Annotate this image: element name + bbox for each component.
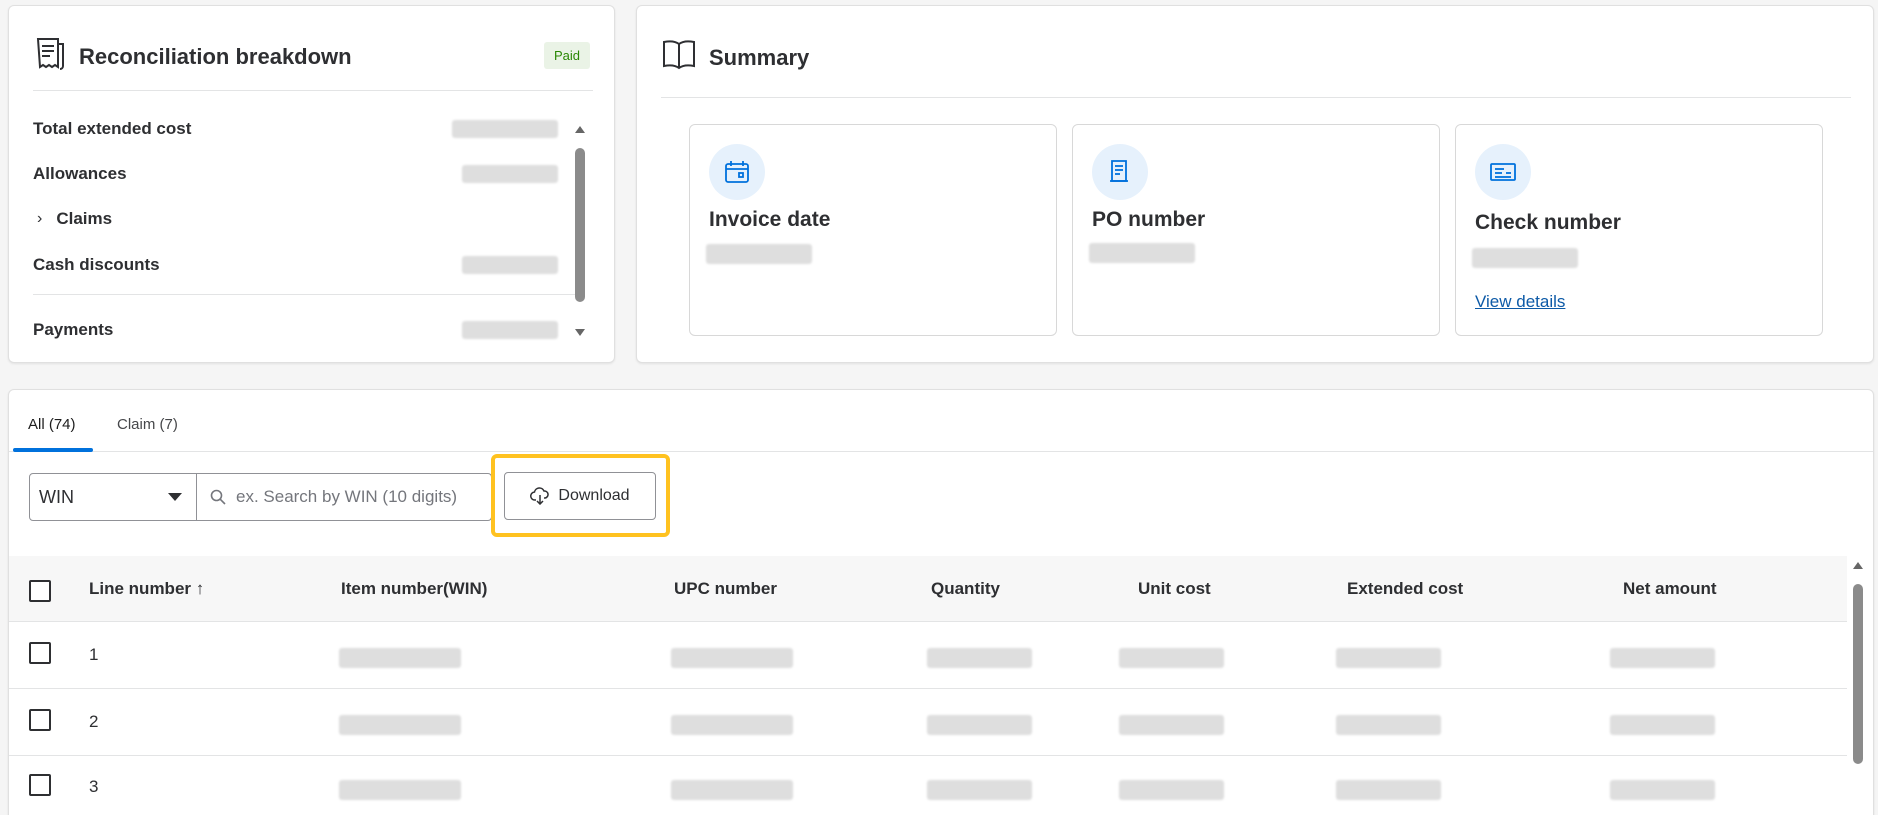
receipt-icon [33, 36, 67, 77]
search-filter: WIN ex. Search by WIN (10 digits) [29, 473, 492, 521]
item-number-redacted [339, 648, 461, 668]
row-checkbox[interactable] [29, 774, 51, 796]
reconciliation-title: Reconciliation breakdown [79, 43, 352, 69]
summary-card: Summary Invoice date PO number Check num… [636, 5, 1874, 363]
row-checkbox[interactable] [29, 642, 51, 664]
chevron-right-icon[interactable]: › [37, 210, 42, 228]
tile-label: Invoice date [709, 208, 831, 231]
search-field-selected: WIN [39, 486, 74, 507]
column-header-net-amount[interactable]: Net amount [1623, 579, 1717, 599]
document-icon [1092, 144, 1148, 200]
quantity-redacted [927, 780, 1032, 800]
scroll-up-icon[interactable] [575, 126, 585, 133]
tile-value-redacted [1472, 248, 1578, 268]
recon-row-payments: Payments [33, 320, 578, 340]
table-row[interactable]: 3 [9, 757, 1847, 815]
check-icon [1475, 144, 1531, 200]
quantity-redacted [927, 648, 1032, 668]
recon-value-redacted [462, 256, 558, 274]
invoice-date-tile: Invoice date [689, 124, 1057, 336]
reconciliation-card: Reconciliation breakdown Paid Total exte… [8, 5, 615, 363]
extended-cost-redacted [1336, 648, 1441, 668]
active-tab-indicator [13, 448, 93, 452]
upc-number-redacted [671, 648, 793, 668]
search-icon [210, 489, 226, 505]
table-row[interactable]: 1 [9, 623, 1847, 689]
tile-value-redacted [706, 244, 812, 264]
column-header-item-number[interactable]: Item number(WIN) [341, 579, 487, 599]
extended-cost-redacted [1336, 715, 1441, 735]
search-placeholder: ex. Search by WIN (10 digits) [236, 487, 458, 506]
recon-value-redacted [462, 321, 558, 339]
reconciliation-header: Reconciliation breakdown [33, 36, 352, 77]
upc-number-redacted [671, 780, 793, 800]
scroll-thumb[interactable] [575, 148, 585, 302]
recon-value-redacted [462, 165, 558, 183]
item-number-redacted [339, 715, 461, 735]
row-checkbox[interactable] [29, 709, 51, 731]
reconciliation-scrollbar[interactable] [574, 126, 586, 336]
unit-cost-redacted [1119, 715, 1224, 735]
calendar-icon [709, 144, 765, 200]
divider [33, 294, 578, 295]
summary-title: Summary [709, 44, 810, 70]
net-amount-redacted [1610, 715, 1715, 735]
table-scrollbar[interactable] [1852, 562, 1864, 815]
tile-label: Check number [1475, 211, 1621, 234]
line-number-cell: 1 [89, 645, 99, 664]
scroll-down-icon[interactable] [575, 329, 585, 336]
tile-label: PO number [1092, 208, 1206, 231]
divider [33, 90, 593, 91]
sort-arrow-up-icon[interactable]: ↑ [196, 579, 205, 598]
recon-row-label: Cash discounts [33, 255, 160, 274]
recon-row-allowances: Allowances [33, 164, 578, 184]
tab-bar: All (74) Claim (7) [9, 390, 1873, 452]
net-amount-redacted [1610, 780, 1715, 800]
recon-row-label: Claims [56, 209, 113, 228]
line-number-cell: 2 [89, 712, 99, 731]
cloud-download-icon [530, 487, 550, 505]
recon-row-label: Total extended cost [33, 119, 192, 138]
search-field-select[interactable]: WIN [30, 474, 197, 520]
caret-down-icon [168, 493, 182, 501]
tab-all[interactable]: All (74) [28, 416, 76, 433]
table-header: Line number ↑ Item number(WIN) UPC numbe… [9, 556, 1847, 622]
view-details-link[interactable]: View details [1475, 292, 1565, 312]
po-number-tile: PO number [1072, 124, 1440, 336]
unit-cost-redacted [1119, 648, 1224, 668]
book-icon [661, 38, 697, 77]
tab-claim[interactable]: Claim (7) [117, 416, 178, 433]
item-number-redacted [339, 780, 461, 800]
net-amount-redacted [1610, 648, 1715, 668]
recon-row-claims[interactable]: › Claims [33, 209, 578, 229]
check-number-tile: Check number View details [1455, 124, 1823, 336]
column-header-upc-number[interactable]: UPC number [674, 579, 777, 599]
select-all-checkbox[interactable] [29, 580, 51, 602]
table-row[interactable]: 2 [9, 690, 1847, 756]
quantity-redacted [927, 715, 1032, 735]
line-number-cell: 3 [89, 777, 99, 796]
summary-header: Summary [661, 38, 809, 77]
extended-cost-redacted [1336, 780, 1441, 800]
column-header-extended-cost[interactable]: Extended cost [1347, 579, 1463, 599]
line-items-panel: All (74) Claim (7) WIN ex. Search by WIN… [8, 389, 1874, 815]
download-button[interactable]: Download [504, 472, 656, 520]
recon-value-redacted [452, 120, 558, 138]
unit-cost-redacted [1119, 780, 1224, 800]
status-badge: Paid [543, 42, 590, 69]
column-header-quantity[interactable]: Quantity [931, 579, 1000, 599]
divider [661, 97, 1851, 98]
search-input[interactable]: ex. Search by WIN (10 digits) [197, 474, 491, 520]
download-label: Download [558, 487, 630, 504]
recon-row-label: Allowances [33, 164, 127, 183]
scroll-thumb[interactable] [1853, 584, 1863, 764]
scroll-up-icon[interactable] [1853, 562, 1863, 569]
column-header-line-number[interactable]: Line number ↑ [89, 579, 204, 599]
recon-row-cash-discounts: Cash discounts [33, 255, 578, 275]
tile-value-redacted [1089, 243, 1195, 263]
upc-number-redacted [671, 715, 793, 735]
recon-row-label: Payments [33, 320, 114, 339]
column-header-unit-cost[interactable]: Unit cost [1138, 579, 1211, 599]
recon-row-total-extended-cost: Total extended cost [33, 119, 578, 139]
